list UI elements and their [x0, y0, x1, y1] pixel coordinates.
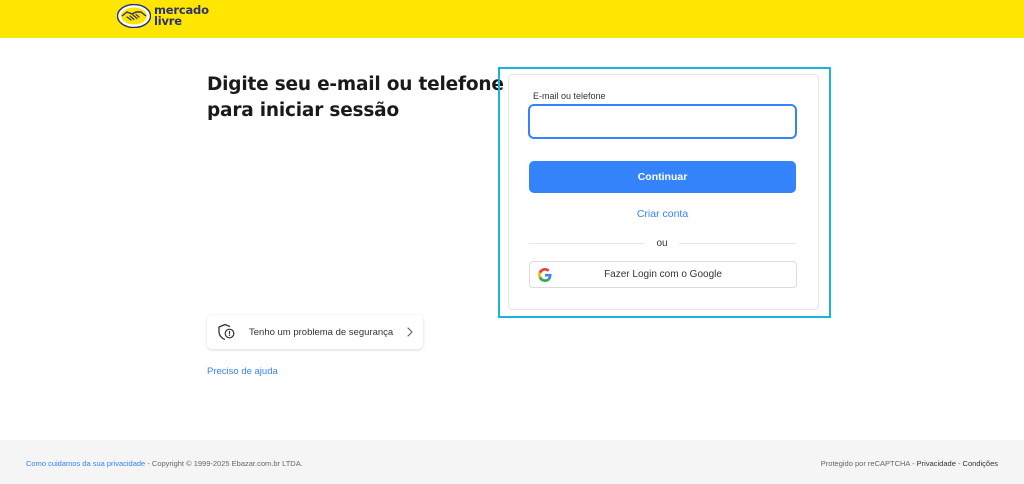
- email-or-phone-input[interactable]: [528, 104, 797, 139]
- page-footer: Como cuidamos da sua privacidade - Copyr…: [0, 440, 1024, 484]
- mercado-livre-logo[interactable]: mercado livre: [117, 4, 209, 28]
- email-field-label: E-mail ou telefone: [533, 91, 606, 101]
- page-title: Digite seu e-mail ou telefone para inici…: [207, 72, 504, 124]
- privacy-policy-link[interactable]: Como cuidamos da sua privacidade: [26, 459, 145, 468]
- security-problem-label: Tenho um problema de segurança: [249, 327, 394, 338]
- footer-left: Como cuidamos da sua privacidade - Copyr…: [26, 459, 303, 468]
- privacy-link[interactable]: Privacidade: [917, 459, 956, 468]
- chevron-right-icon: [407, 327, 413, 337]
- logo-wordmark: mercado livre: [154, 4, 209, 28]
- divider-or-label: ou: [656, 238, 668, 249]
- create-account-link[interactable]: Criar conta: [529, 208, 796, 220]
- copyright-text: - Copyright © 1999-2025 Ebazar.com.br LT…: [145, 459, 303, 468]
- google-login-label: Fazer Login com o Google: [604, 269, 722, 280]
- divider-line-right: [679, 243, 796, 244]
- shield-alert-icon: [218, 323, 235, 341]
- page-title-line-2: para iniciar sessão: [207, 100, 399, 121]
- footer-right: Protegido por reCAPTCHA - Privacidade - …: [821, 459, 998, 468]
- google-icon: [538, 268, 552, 282]
- page-title-line-1: Digite seu e-mail ou telefone: [207, 74, 504, 95]
- need-help-link[interactable]: Preciso de ajuda: [207, 366, 278, 377]
- terms-link[interactable]: Condições: [963, 459, 998, 468]
- top-header: mercado livre: [0, 0, 1024, 38]
- handshake-logo-icon: [117, 4, 151, 28]
- security-problem-button[interactable]: Tenho um problema de segurança: [207, 315, 423, 349]
- recaptcha-text: Protegido por reCAPTCHA -: [820, 459, 917, 468]
- google-login-button[interactable]: Fazer Login com o Google: [529, 261, 797, 288]
- footer-separator: -: [955, 459, 963, 468]
- continue-button[interactable]: Continuar: [529, 161, 796, 193]
- logo-line-2: livre: [154, 14, 182, 28]
- divider-line-left: [529, 243, 645, 244]
